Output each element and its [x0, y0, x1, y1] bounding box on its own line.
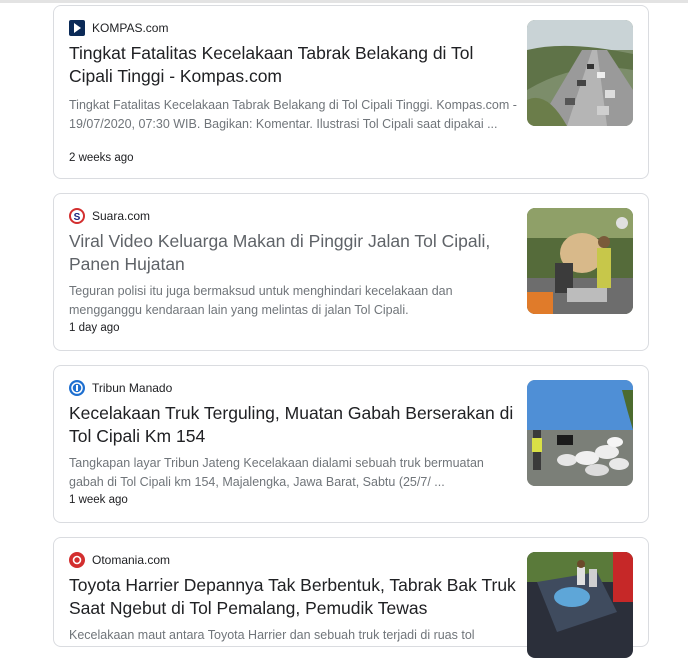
news-source: Otomania.com [69, 552, 170, 568]
news-age: 1 day ago [69, 322, 120, 334]
news-snippet: Tingkat Fatalitas Kecelakaan Tabrak Bela… [69, 98, 517, 131]
scattered-sacks-photo-icon[interactable] [527, 380, 633, 486]
news-source: Tribun Manado [69, 380, 172, 396]
kompas-logo-icon [69, 20, 85, 36]
news-snippet: Tangkapan layar Tribun Jateng Kecelakaan… [69, 456, 484, 489]
news-source-name: Otomania.com [92, 553, 171, 567]
news-card[interactable]: S Suara.com Viral Video Keluarga Makan d… [53, 193, 649, 351]
news-results-list: KOMPAS.com Tingkat Fatalitas Kecelakaan … [53, 5, 651, 661]
news-source-name: Tribun Manado [92, 381, 173, 395]
highway-traffic-photo-icon[interactable] [527, 20, 633, 126]
roadside-family-photo-icon[interactable] [527, 208, 633, 314]
top-divider [0, 0, 688, 3]
news-source-name: Suara.com [92, 209, 151, 223]
otomania-logo-icon [69, 552, 85, 568]
news-card[interactable]: Tribun Manado Kecelakaan Truk Terguling,… [53, 365, 649, 523]
tribun-logo-icon [69, 380, 85, 396]
news-source-name: KOMPAS.com [92, 21, 169, 35]
news-snippet: Teguran polisi itu juga bermaksud untuk … [69, 284, 453, 317]
news-card[interactable]: Otomania.com Toyota Harrier Depannya Tak… [53, 537, 649, 658]
svg-text:S: S [74, 212, 81, 222]
news-age: 2 weeks ago [69, 152, 134, 164]
car-wreck-photo-icon[interactable] [527, 552, 633, 658]
news-source: S Suara.com [69, 208, 150, 224]
news-title[interactable]: Viral Video Keluarga Makan di Pinggir Ja… [69, 230, 519, 276]
news-title[interactable]: Kecelakaan Truk Terguling, Muatan Gabah … [69, 402, 519, 448]
news-age: 1 week ago [69, 494, 128, 506]
news-card[interactable]: KOMPAS.com Tingkat Fatalitas Kecelakaan … [53, 5, 649, 179]
news-snippet: Kecelakaan maut antara Toyota Harrier da… [69, 628, 475, 642]
news-title[interactable]: Tingkat Fatalitas Kecelakaan Tabrak Bela… [69, 42, 519, 88]
news-source: KOMPAS.com [69, 20, 168, 36]
news-title[interactable]: Toyota Harrier Depannya Tak Berbentuk, T… [69, 574, 519, 620]
suara-logo-icon: S [69, 208, 85, 224]
